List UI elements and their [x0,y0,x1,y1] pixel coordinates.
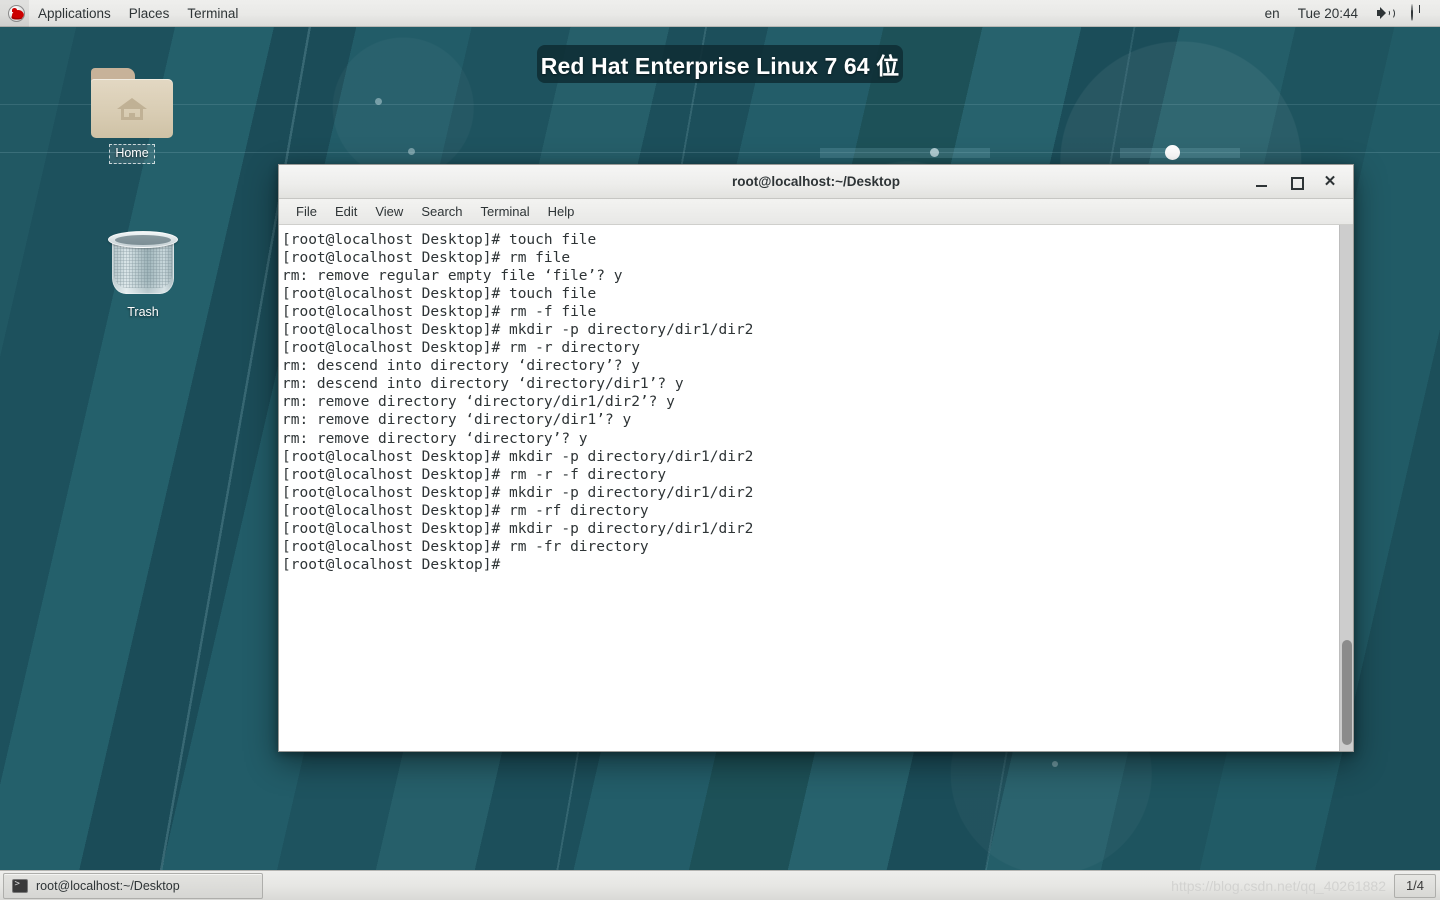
terminal-title: root@localhost:~/Desktop [731,174,901,189]
wallpaper-band [1120,148,1240,158]
terminal-menubar: File Edit View Search Terminal Help [279,199,1353,225]
wallpaper-dot [1165,145,1180,160]
wallpaper-band [820,148,990,158]
menu-places-label: Places [128,5,170,21]
desktop-icon-home[interactable]: Home [84,68,180,164]
menu-item-terminal[interactable]: Terminal [472,201,539,222]
workspace-indicator-label: 1/4 [1405,878,1425,893]
top-panel: Applications Places Terminal en Tue 20:4… [0,0,1440,27]
close-icon[interactable]: ✕ [1321,173,1339,191]
menu-applications[interactable]: Applications [29,0,120,27]
maximize-icon[interactable] [1287,173,1305,191]
menu-terminal-label: Terminal [187,5,239,21]
redhat-logo-icon [8,4,25,22]
terminal-output[interactable]: [root@localhost Desktop]# touch file [ro… [279,225,1339,751]
redhat-menu-logo[interactable] [0,0,29,27]
desktop-icon-trash-label: Trash [127,305,159,319]
volume-button[interactable] [1367,0,1402,27]
desktop-icon-home-label: Home [109,144,155,164]
desktop-icon-trash[interactable]: Trash [95,226,191,322]
window-controls: ✕ [1253,173,1353,191]
terminal-titlebar[interactable]: root@localhost:~/Desktop ✕ [279,165,1353,199]
keyboard-layout-indicator[interactable]: en [1256,0,1289,27]
panel-status-area: en Tue 20:44 [1256,0,1440,27]
menu-applications-label: Applications [38,5,111,21]
wallpaper-dot [1052,761,1058,767]
bottom-panel: root@localhost:~/Desktop https://blog.cs… [0,870,1440,900]
wallpaper-dot [930,148,939,157]
menu-item-help[interactable]: Help [539,201,584,222]
trash-can-icon [106,226,180,298]
workspace-switcher[interactable]: 1/4 [1394,873,1436,898]
watermark-text: https://blog.csdn.net/qq_40261882 [1171,877,1386,894]
power-button[interactable] [1402,0,1440,27]
home-folder-icon [91,68,173,138]
os-title-banner: Red Hat Enterprise Linux 7 64 位 [537,45,903,83]
terminal-scrollbar-thumb[interactable] [1342,640,1352,745]
speaker-volume-icon [1376,6,1395,20]
terminal-scrollbar[interactable] [1339,225,1353,751]
terminal-window-icon [12,878,28,893]
menu-terminal[interactable]: Terminal [178,0,247,27]
menu-places[interactable]: Places [120,0,179,27]
wallpaper-line [0,104,1440,105]
clock-label: Tue 20:44 [1297,5,1358,21]
clock[interactable]: Tue 20:44 [1289,0,1367,27]
menu-item-search[interactable]: Search [412,201,471,222]
wallpaper-dot [375,98,382,105]
keyboard-layout-label: en [1264,5,1280,21]
minimize-icon[interactable] [1253,173,1271,191]
taskbar-item-terminal[interactable]: root@localhost:~/Desktop [3,872,263,899]
menu-item-view[interactable]: View [366,201,412,222]
terminal-window[interactable]: root@localhost:~/Desktop ✕ File Edit Vie… [278,164,1354,752]
menu-item-file[interactable]: File [287,201,326,222]
power-icon [1411,3,1428,22]
terminal-body[interactable]: [root@localhost Desktop]# touch file [ro… [279,225,1353,751]
taskbar-item-label: root@localhost:~/Desktop [36,878,180,893]
menu-item-edit[interactable]: Edit [326,201,366,222]
wallpaper-dot [408,148,415,155]
